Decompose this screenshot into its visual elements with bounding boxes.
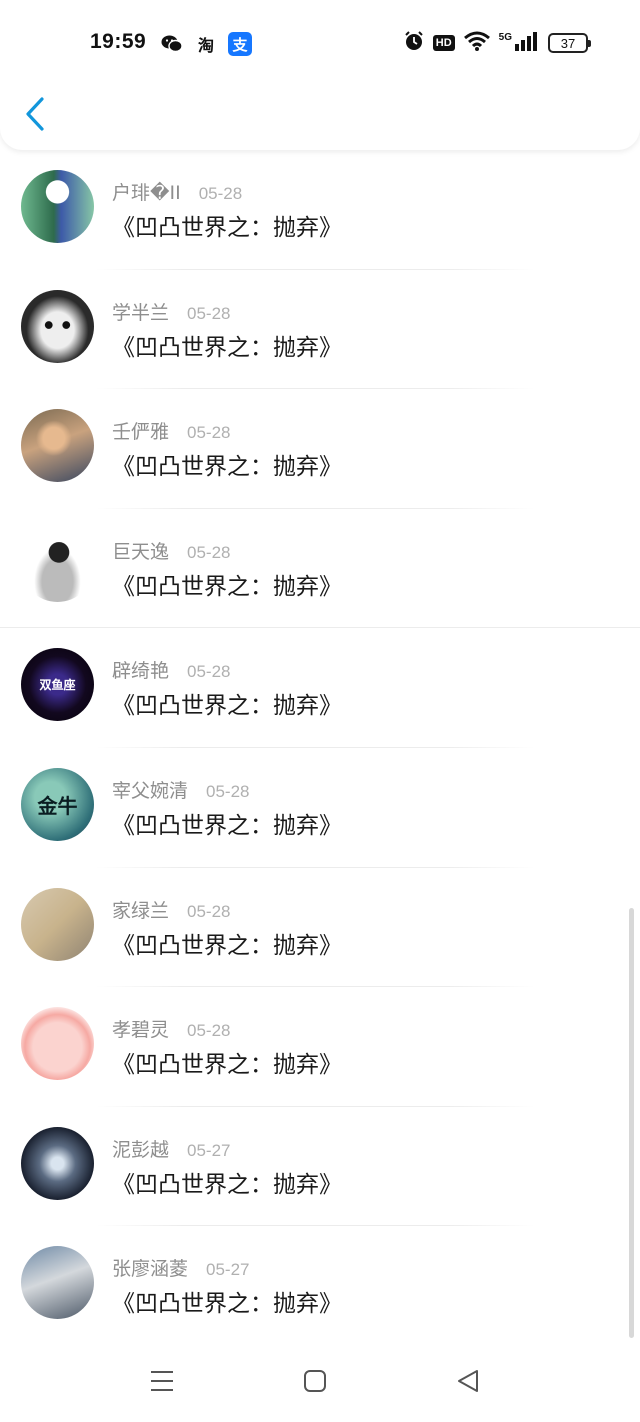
avatar[interactable] [21, 887, 94, 961]
list-item[interactable]: 金牛 宰父婉清 05-28 《凹凸世界之：抛弃》 [0, 748, 640, 868]
user-name[interactable]: 学半兰 [112, 298, 169, 325]
home-square-icon [303, 1369, 327, 1397]
alipay-icon: 支 [228, 32, 252, 56]
avatar[interactable] [21, 409, 94, 483]
comment-text: 《凹凸世界之：抛弃》 [112, 1291, 342, 1318]
list-item[interactable]: 巨天逸 05-28 《凹凸世界之：抛弃》 [0, 509, 640, 629]
hd-badge: HD [432, 35, 455, 51]
comment-date: 05-28 [187, 542, 231, 562]
screen: 19:59 淘 支 HD 5G 37 户琲�II 05-28 《凹凸世界之：抛弃… [0, 0, 640, 1422]
comment-date: 05-28 [187, 423, 231, 443]
list-item[interactable]: 家绿兰 05-28 《凹凸世界之：抛弃》 [0, 868, 640, 988]
list-item[interactable]: 壬俨雅 05-28 《凹凸世界之：抛弃》 [0, 389, 640, 509]
comment-text: 《凹凸世界之：抛弃》 [112, 334, 342, 361]
list-item[interactable]: 张廖涵菱 05-27 《凹凸世界之：抛弃》 [0, 1226, 640, 1346]
avatar[interactable] [21, 1246, 94, 1320]
list-item[interactable]: 学半兰 05-28 《凹凸世界之：抛弃》 [0, 270, 640, 390]
avatar-caption: 金牛 [37, 793, 78, 818]
chevron-left-icon [25, 97, 45, 135]
comment-text: 《凹凸世界之：抛弃》 [112, 573, 342, 600]
user-name[interactable]: 家绿兰 [112, 896, 169, 923]
avatar-caption: 双鱼座 [39, 678, 76, 693]
battery-level: 37 [560, 35, 576, 51]
menu-icon [149, 1370, 175, 1396]
back-triangle-icon [456, 1369, 480, 1397]
comment-text: 《凹凸世界之：抛弃》 [112, 454, 342, 481]
list-item[interactable]: 孝碧灵 05-28 《凹凸世界之：抛弃》 [0, 987, 640, 1107]
list-item[interactable]: 泥彭越 05-27 《凹凸世界之：抛弃》 [0, 1107, 640, 1227]
wechat-icon [160, 32, 184, 56]
comment-text: 《凹凸世界之：抛弃》 [112, 812, 342, 839]
system-nav-bar [0, 1342, 640, 1422]
back-button[interactable] [20, 96, 50, 136]
comment-date: 05-28 [187, 1021, 231, 1041]
list-item[interactable]: 户琲�II 05-28 《凹凸世界之：抛弃》 [0, 150, 640, 270]
user-name[interactable]: 孝碧灵 [112, 1015, 169, 1042]
avatar[interactable] [21, 170, 94, 243]
recent-apps-button[interactable] [142, 1366, 182, 1400]
user-name[interactable]: 辟绮艳 [112, 656, 169, 683]
system-status-icons: HD 5G 37 [403, 30, 591, 56]
user-name[interactable]: 壬俨雅 [112, 417, 169, 444]
comment-date: 05-28 [187, 303, 231, 323]
avatar[interactable] [21, 528, 94, 602]
notification-icons: 淘 支 [160, 32, 252, 56]
comment-date: 05-28 [187, 662, 231, 682]
comment-date: 05-27 [206, 1260, 250, 1280]
comment-date: 05-28 [187, 901, 231, 921]
comment-text: 《凹凸世界之：抛弃》 [112, 693, 342, 720]
network-type-label: 5G [498, 31, 512, 43]
comment-text: 《凹凸世界之：抛弃》 [112, 932, 342, 959]
wifi-icon [463, 30, 491, 56]
comment-date: 05-27 [187, 1140, 231, 1160]
avatar[interactable]: 双鱼座 [21, 648, 94, 722]
battery-icon: 37 [548, 33, 591, 53]
user-name[interactable]: 泥彭越 [112, 1135, 169, 1162]
taobao-icon: 淘 [197, 36, 214, 55]
user-name[interactable]: 户琲�II [112, 178, 181, 205]
alarm-icon [403, 30, 425, 56]
list-item[interactable]: 双鱼座 辟绮艳 05-28 《凹凸世界之：抛弃》 [0, 628, 640, 748]
top-header-card: 19:59 淘 支 HD 5G 37 [0, 0, 640, 150]
avatar[interactable]: 金牛 [21, 767, 94, 841]
user-name[interactable]: 巨天逸 [112, 537, 169, 564]
avatar[interactable] [21, 1007, 94, 1081]
comment-text: 《凹凸世界之：抛弃》 [112, 215, 342, 241]
avatar[interactable] [21, 289, 94, 363]
system-back-button[interactable] [448, 1366, 488, 1400]
comment-list: 户琲�II 05-28 《凹凸世界之：抛弃》 学半兰 05-28 《凹凸世界之：抛弃… [0, 150, 640, 1346]
home-button[interactable] [295, 1366, 335, 1400]
user-name[interactable]: 张廖涵菱 [112, 1254, 188, 1281]
comment-date: 05-28 [198, 184, 243, 203]
user-name[interactable]: 宰父婉清 [112, 776, 188, 803]
scrollbar[interactable] [629, 908, 634, 1338]
status-bar: 19:59 淘 支 HD 5G 37 [0, 22, 640, 64]
comment-text: 《凹凸世界之：抛弃》 [112, 1171, 342, 1198]
avatar[interactable] [21, 1126, 94, 1200]
comment-date: 05-28 [206, 781, 250, 801]
signal-icon [514, 30, 540, 56]
status-time: 19:59 [90, 30, 147, 53]
comment-text: 《凹凸世界之：抛弃》 [112, 1052, 342, 1079]
